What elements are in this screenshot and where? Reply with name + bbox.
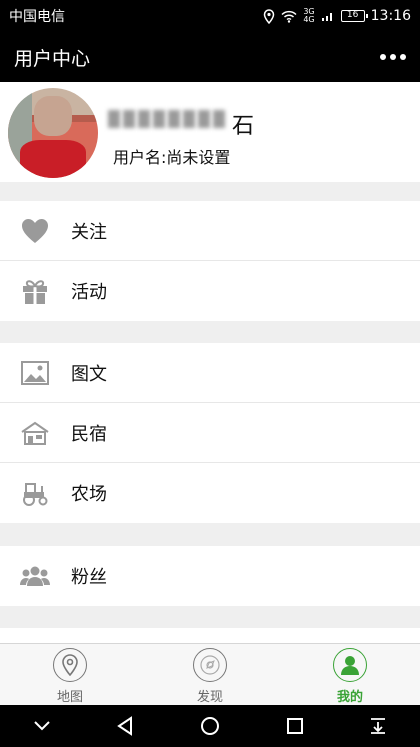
tab-mine[interactable]: 我的 — [280, 644, 420, 705]
tab-label: 我的 — [336, 690, 363, 705]
map-pin-icon — [53, 648, 87, 682]
fans-icon — [20, 566, 50, 586]
chevron-down-icon[interactable] — [33, 720, 51, 732]
username-value: 尚未设置 — [166, 148, 231, 167]
nickname-blurred — [108, 110, 225, 128]
menu-group-fans: 粉丝 — [0, 546, 420, 606]
menu-item-label: 民宿 — [71, 423, 107, 445]
avatar[interactable] — [8, 88, 98, 178]
notification-pull-icon[interactable] — [369, 717, 387, 735]
recents-icon[interactable] — [286, 717, 304, 735]
image-icon — [21, 361, 49, 385]
house-icon — [21, 421, 49, 445]
menu-item-follow[interactable]: 关注 — [0, 201, 420, 261]
tab-discover[interactable]: 发现 — [140, 644, 280, 705]
menu-item-label: 图文 — [71, 363, 107, 385]
location-icon — [264, 8, 275, 24]
heart-icon — [22, 219, 48, 243]
home-icon[interactable] — [200, 716, 220, 736]
nickname: 石 — [232, 114, 255, 139]
tab-label: 地图 — [56, 690, 83, 705]
battery-level: 16 — [346, 10, 359, 20]
back-icon[interactable] — [116, 716, 134, 736]
menu-item-activity[interactable]: 活动 — [0, 261, 420, 321]
status-bar: 中国电信 3G 4G 16 13:16 — [0, 0, 420, 32]
bottom-tab-bar: 地图 发现 我的 — [0, 643, 420, 705]
battery-icon: 16 — [340, 10, 368, 22]
menu-item-label: 关注 — [71, 221, 107, 243]
username-row: 用户名: 尚未设置 — [113, 144, 230, 168]
profile-card[interactable]: 石 用户名: 尚未设置 — [0, 82, 420, 182]
menu-item-label: 活动 — [71, 282, 107, 303]
gift-icon — [23, 280, 47, 304]
signal-icon — [321, 13, 332, 21]
page-title: 用户中心 — [14, 47, 91, 70]
menu-item-fans[interactable]: 粉丝 — [0, 546, 420, 606]
menu-group-follow: 关注 活动 — [0, 201, 420, 321]
menu-item-label: 粉丝 — [71, 567, 107, 588]
wifi-icon — [281, 10, 297, 23]
tab-label: 发现 — [196, 690, 223, 705]
app-header: 用户中心 — [0, 32, 420, 82]
network-type: 3G 4G — [303, 7, 315, 24]
carrier-label: 中国电信 — [9, 9, 65, 25]
tab-map[interactable]: 地图 — [0, 644, 140, 705]
clock: 13:16 — [370, 8, 411, 24]
menu-item-homestay[interactable]: 民宿 — [0, 403, 420, 463]
system-nav-bar — [0, 705, 420, 747]
menu-item-farm[interactable]: 农场 — [0, 463, 420, 523]
menu-item-label: 农场 — [71, 484, 107, 505]
menu-group-content: 图文 民宿 农场 — [0, 343, 420, 523]
menu-item-articles[interactable]: 图文 — [0, 343, 420, 403]
menu-group-partial — [0, 628, 420, 643]
more-dots-icon[interactable] — [380, 54, 406, 60]
user-icon — [333, 648, 367, 682]
tractor-icon — [23, 483, 48, 506]
discover-icon — [193, 648, 227, 682]
username-label: 用户名: — [113, 148, 167, 167]
